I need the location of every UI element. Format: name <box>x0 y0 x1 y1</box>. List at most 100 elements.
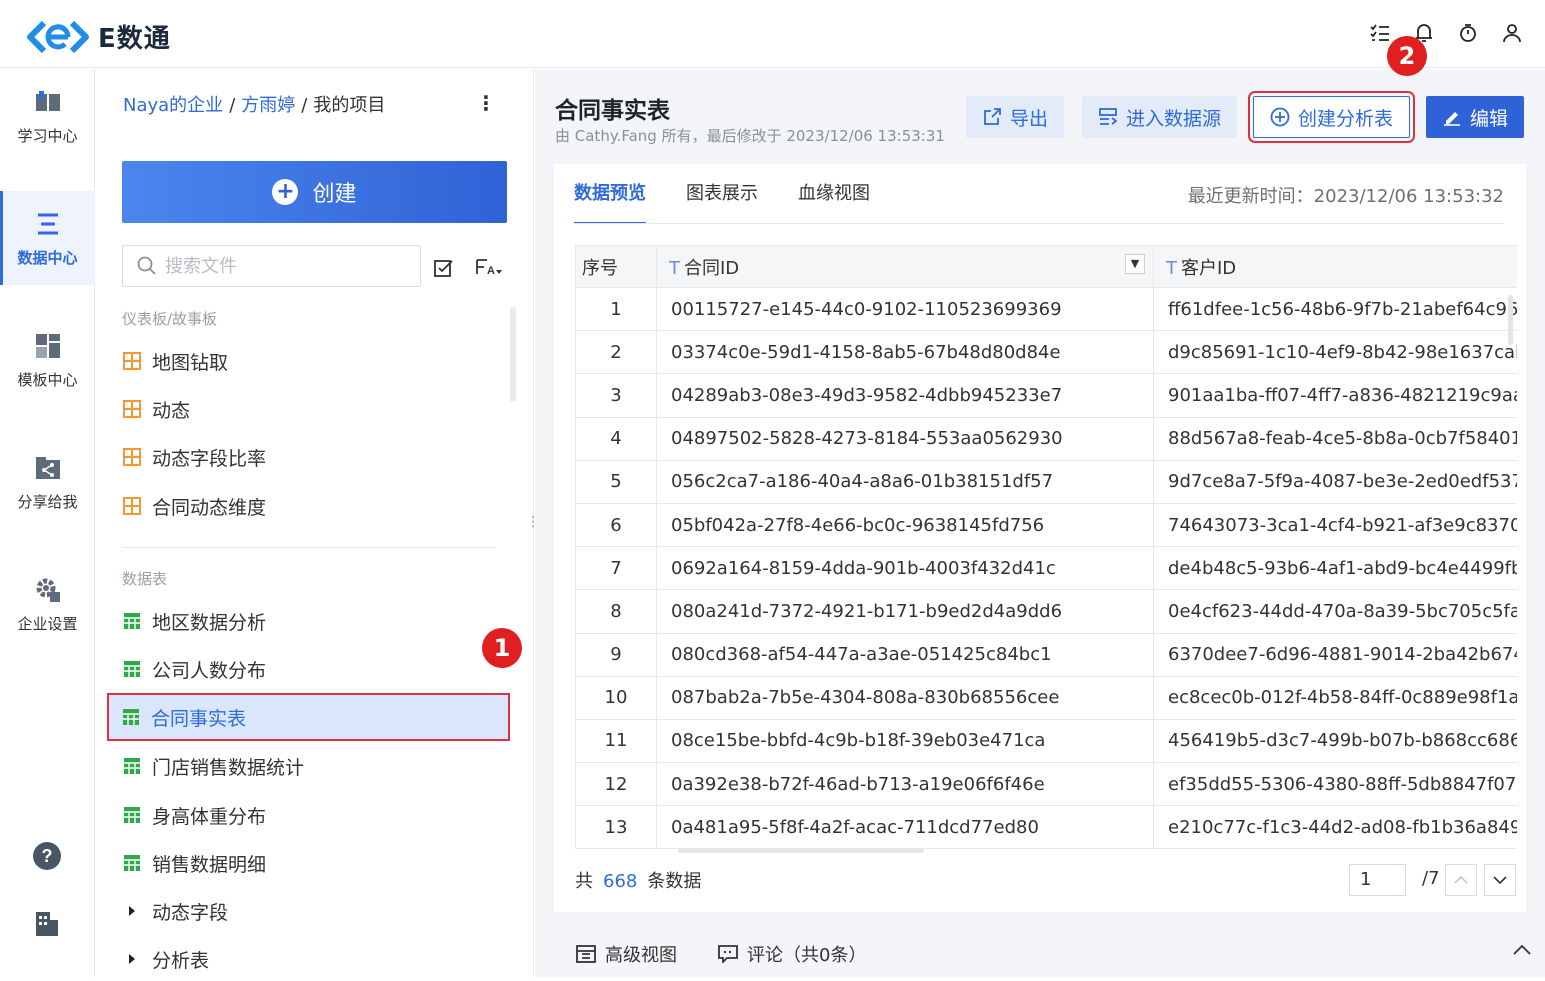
building-icon[interactable] <box>30 907 64 941</box>
tab-chart-display[interactable]: 图表展示 <box>686 164 758 224</box>
sidebar-scrollbar[interactable] <box>510 307 516 402</box>
nav-shared-with-me[interactable]: 分享给我 <box>0 435 95 529</box>
count-number: 668 <box>603 871 638 892</box>
cell-customer-id: de4b48c5-93b6-4af1-abd9-bc4e4499fb11 <box>1153 546 1517 591</box>
table-header-row: 序号 T 合同ID ▼ T 客户ID <box>575 245 1517 288</box>
folder-item[interactable]: 分析表 <box>110 937 508 981</box>
cell-index: 6 <box>575 503 657 548</box>
table-vertical-scrollbar[interactable] <box>1508 295 1513 345</box>
table-row: 9 080cd368-af54-447a-a3ae-051425c84bc1 637… <box>575 633 1517 677</box>
dashboard-item[interactable]: 地图钻取 <box>110 339 508 383</box>
nav-enterprise-settings[interactable]: 企业设置 <box>0 557 95 651</box>
user-icon[interactable] <box>1501 22 1523 44</box>
resize-handle[interactable]: ⋮ <box>526 512 540 532</box>
cell-index: 2 <box>575 330 657 375</box>
column-header-customer-id[interactable]: T 客户ID <box>1153 245 1517 288</box>
cell-customer-id: e210c77c-f1c3-44d2-ad08-fb1b36a8499f <box>1153 805 1517 850</box>
table-row: 4 04897502-5828-4273-8184-553aa0562930 88d… <box>575 417 1517 461</box>
table-row: 6 05bf042a-27f8-4e66-bc0c-9638145fd756 746… <box>575 503 1517 548</box>
table-item[interactable]: 门店销售数据统计 <box>110 744 508 788</box>
svg-text:A: A <box>487 265 495 277</box>
edit-button[interactable]: 编辑 <box>1426 96 1525 138</box>
app-logo[interactable]: E数通 <box>26 18 171 55</box>
table-item[interactable]: 身高体重分布 <box>110 793 508 837</box>
dashboard-icon <box>122 399 142 419</box>
table-icon <box>122 805 142 825</box>
file-sidebar: Naya的企业/方雨婷/我的项目 ⋮ + 创建 A 仪表板/故事板 地图钻取 动… <box>96 69 534 977</box>
dashboard-item[interactable]: 合同动态维度 <box>110 484 508 528</box>
nav-label: 学习中心 <box>17 126 78 145</box>
item-label: 销售数据明细 <box>152 853 267 876</box>
table-item-selected[interactable]: 合同事实表 <box>107 693 510 741</box>
cell-customer-id: d9c85691-1c10-4ef9-8b42-98e1637cab77 <box>1153 330 1517 375</box>
table-row: 2 03374c0e-59d1-4158-8ab5-67b48d80d84e d9c… <box>575 330 1517 375</box>
table-item[interactable]: 销售数据明细 <box>110 841 508 885</box>
datasource-icon <box>1098 107 1118 127</box>
dashboard-icon <box>122 351 142 371</box>
create-analysis-label: 创建分析表 <box>1298 107 1394 130</box>
search-input[interactable] <box>165 255 405 277</box>
breadcrumb-enterprise[interactable]: Naya的企业 <box>123 95 223 116</box>
cell-contract-id: 03374c0e-59d1-4158-8ab5-67b48d80d84e <box>656 330 1154 375</box>
item-label: 分析表 <box>152 949 210 972</box>
column-header-contract-id[interactable]: T 合同ID ▼ <box>656 245 1154 288</box>
cell-customer-id: 901aa1ba-ff07-4ff7-a836-4821219c9aae <box>1153 373 1517 418</box>
nav-learning-center[interactable]: 学习中心 <box>0 69 95 163</box>
tab-data-preview[interactable]: 数据预览 <box>574 164 646 224</box>
section-title-dashboards: 仪表板/故事板 <box>122 310 218 328</box>
task-list-icon[interactable] <box>1369 22 1391 44</box>
comments-button[interactable]: 评论（共0条） <box>717 941 866 967</box>
sort-icon[interactable]: A <box>474 255 504 279</box>
page-down-button[interactable] <box>1484 864 1516 896</box>
nav-label: 数据中心 <box>17 248 78 267</box>
timer-icon[interactable] <box>1457 22 1479 44</box>
collapse-panel-icon[interactable] <box>1513 941 1533 961</box>
folder-item[interactable]: 动态字段 <box>110 889 508 933</box>
cell-customer-id: 74643073-3ca1-4cf4-b921-af3e9c83702b <box>1153 503 1517 548</box>
cell-index: 5 <box>575 460 657 504</box>
dashboard-icon <box>122 447 142 467</box>
enter-datasource-button[interactable]: 进入数据源 <box>1082 96 1238 138</box>
table-item[interactable]: 地区数据分析 <box>110 599 508 643</box>
nav-data-center[interactable]: 数据中心 <box>0 191 95 285</box>
cell-customer-id: 6370dee7-6d96-4881-9014-2ba42b67405 <box>1153 633 1517 677</box>
cell-index: 10 <box>575 676 657 720</box>
table-horizontal-scrollbar[interactable] <box>678 848 924 853</box>
column-header-index: 序号 <box>575 245 657 288</box>
cell-contract-id: 080a241d-7372-4921-b171-b9ed2d4a9dd6 <box>656 589 1154 634</box>
cell-index: 8 <box>575 589 657 634</box>
item-label: 合同动态维度 <box>152 496 267 519</box>
table-row: 1 00115727-e145-44c0-9102-110523699369 ff6… <box>575 287 1517 332</box>
multi-select-icon[interactable] <box>432 255 456 279</box>
table-item[interactable]: 公司人数分布 <box>110 647 508 691</box>
dashboard-icon <box>122 496 142 516</box>
page-up-button[interactable] <box>1445 864 1477 896</box>
help-icon[interactable]: ? <box>30 839 64 873</box>
cell-contract-id: 0a481a95-5f8f-4a2f-acac-711dcd77ed80 <box>656 805 1154 850</box>
cell-customer-id: ff61dfee-1c56-48b6-9f7b-21abef64c96f <box>1153 287 1517 332</box>
breadcrumb-user[interactable]: 方雨婷 <box>241 95 295 116</box>
section-divider <box>122 547 495 548</box>
create-button[interactable]: + 创建 <box>122 161 507 223</box>
data-table: 序号 T 合同ID ▼ T 客户ID 1 00115727-e145-44c0-9102… <box>575 245 1517 850</box>
nav-label: 企业设置 <box>17 614 78 633</box>
breadcrumb-sep: / <box>229 95 236 116</box>
data-list-icon <box>33 209 63 239</box>
nav-template-center[interactable]: 模板中心 <box>0 313 95 407</box>
create-analysis-button[interactable]: 创建分析表 <box>1247 91 1416 143</box>
caret-right-icon <box>122 901 142 921</box>
item-label: 门店销售数据统计 <box>152 756 305 779</box>
tab-lineage-view[interactable]: 血缘视图 <box>798 164 870 224</box>
dashboard-item[interactable]: 动态字段比率 <box>110 435 508 479</box>
export-button[interactable]: 导出 <box>966 96 1065 138</box>
cell-contract-id: 0692a164-8159-4dda-901b-4003f432d41c <box>656 546 1154 591</box>
dashboard-item[interactable]: 动态 <box>110 387 508 431</box>
more-options-icon[interactable]: ⋮ <box>476 91 496 117</box>
cell-contract-id: 00115727-e145-44c0-9102-110523699369 <box>656 287 1154 332</box>
advanced-view-button[interactable]: 高级视图 <box>575 941 677 967</box>
data-card: 数据预览 图表展示 血缘视图 最近更新时间：2023/12/06 13:53:3… <box>554 164 1526 912</box>
column-dropdown-icon[interactable]: ▼ <box>1125 253 1145 274</box>
breadcrumb-current: 我的项目 <box>313 95 386 116</box>
template-icon <box>33 331 63 361</box>
page-number-input[interactable]: 1 <box>1349 864 1406 896</box>
